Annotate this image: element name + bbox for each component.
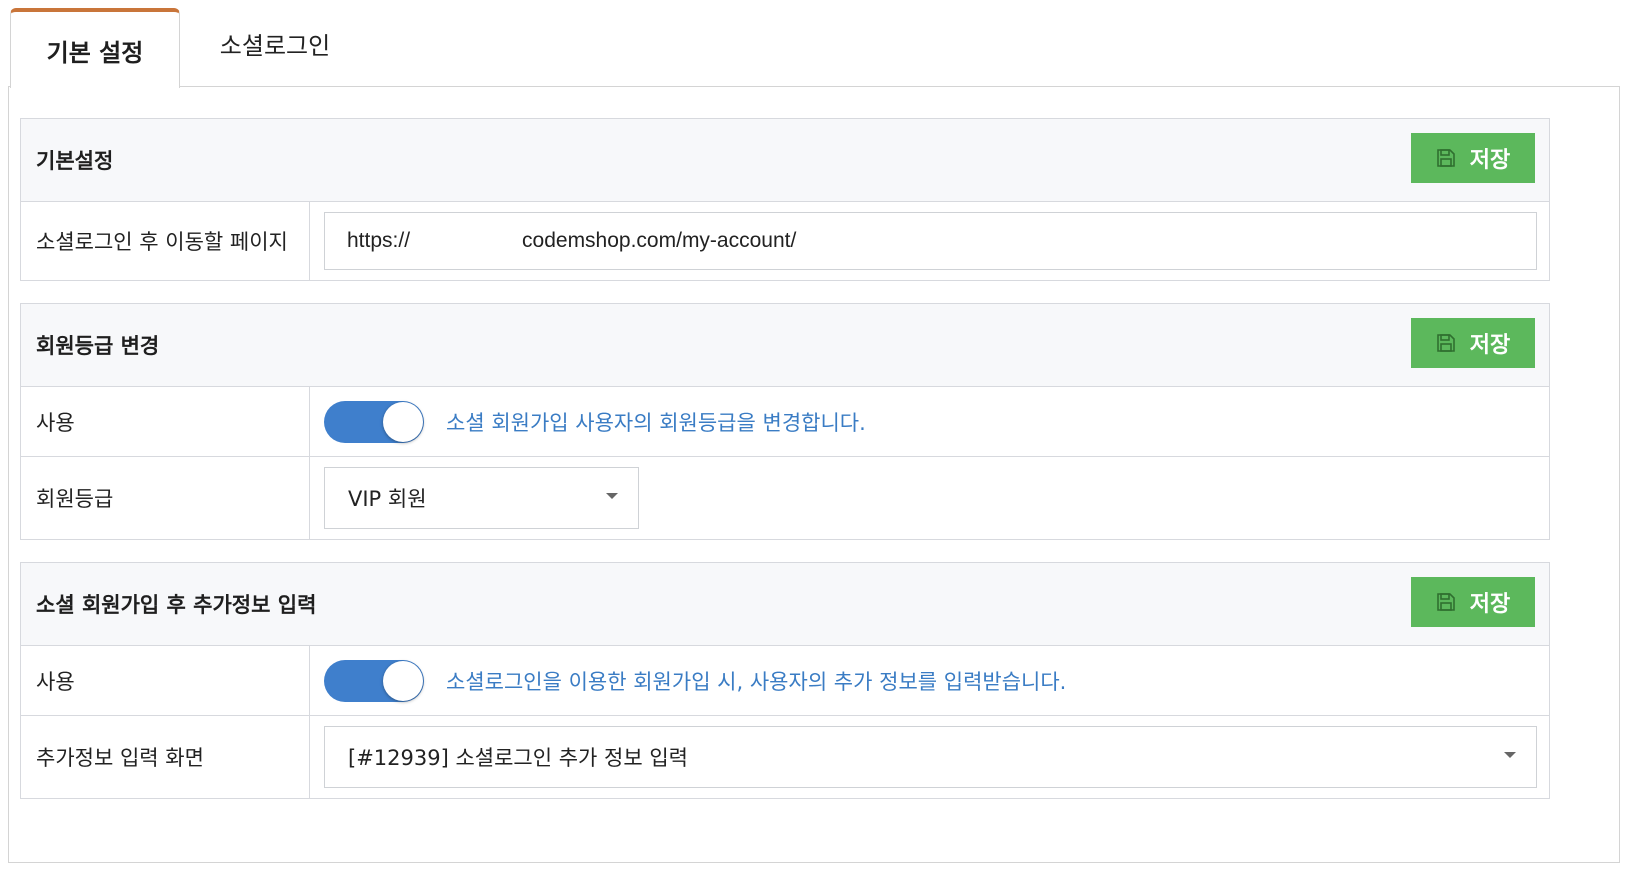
use-row: 사용 소셜로그인을 이용한 회원가입 시, 사용자의 추가 정보를 입력받습니다… [21, 646, 1549, 716]
floppy-disk-icon [1436, 593, 1455, 611]
url-suffix: codemshop.com/my-account/ [522, 229, 797, 252]
redirect-row: 소셜로그인 후 이동할 페이지 https:// codemshop.com/my… [21, 202, 1549, 280]
screen-select[interactable]: [#12939] 소셜로그인 추가 정보 입력 [324, 726, 1537, 788]
use-row: 사용 소셜 회원가입 사용자의 회원등급을 변경합니다. [21, 387, 1549, 457]
save-button[interactable]: 저장 [1411, 133, 1535, 183]
grade-label: 회원등급 [21, 457, 310, 539]
save-button[interactable]: 저장 [1411, 577, 1535, 627]
screen-row: 추가정보 입력 화면 [#12939] 소셜로그인 추가 정보 입력 [21, 716, 1549, 798]
url-prefix: https:// [347, 229, 411, 252]
save-label: 저장 [1469, 591, 1511, 616]
save-label: 저장 [1469, 147, 1511, 172]
use-toggle[interactable] [324, 400, 424, 443]
section-title: 기본설정 [36, 149, 114, 173]
section-basic: 기본설정 저장 소셜로그인 후 이동할 페이지 https:// codemsho… [20, 118, 1550, 281]
section-header: 회원등급 변경 저장 [21, 304, 1549, 387]
caret-down-icon [1504, 752, 1516, 758]
save-button[interactable]: 저장 [1411, 318, 1535, 368]
redirect-label: 소셜로그인 후 이동할 페이지 [21, 202, 310, 280]
use-help-text: 소셜 회원가입 사용자의 회원등급을 변경합니다. [446, 410, 866, 435]
tab-social-login[interactable]: 소셜로그인 [180, 4, 370, 83]
section-header: 기본설정 저장 [21, 119, 1549, 202]
floppy-disk-icon [1436, 334, 1455, 352]
floppy-disk-icon [1436, 149, 1455, 167]
section-title: 소셜 회원가입 후 추가정보 입력 [36, 593, 317, 617]
screen-selected: [#12939] 소셜로그인 추가 정보 입력 [348, 746, 689, 770]
caret-down-icon [606, 493, 618, 499]
tab-bar: 기본 설정 소셜로그인 [10, 8, 1620, 88]
section-title: 회원등급 변경 [36, 334, 160, 358]
use-toggle[interactable] [324, 659, 424, 702]
grade-select[interactable]: VIP 회원 [324, 467, 639, 529]
section-header: 소셜 회원가입 후 추가정보 입력 저장 [21, 563, 1549, 646]
tab-basic-settings[interactable]: 기본 설정 [10, 8, 180, 88]
redirect-url-input[interactable]: https:// codemshop.com/my-account/ [324, 212, 1537, 270]
use-label: 사용 [21, 646, 310, 715]
section-grade-change: 회원등급 변경 저장 사용 소셜 회원가입 사용자의 회원등급을 변경합니다. … [20, 303, 1550, 540]
section-extra-info: 소셜 회원가입 후 추가정보 입력 저장 사용 소셜로그인을 이용한 회원가입 … [20, 562, 1550, 799]
grade-row: 회원등급 VIP 회원 [21, 457, 1549, 539]
use-help-text: 소셜로그인을 이용한 회원가입 시, 사용자의 추가 정보를 입력받습니다. [446, 669, 1067, 694]
screen-label: 추가정보 입력 화면 [21, 716, 310, 798]
toggle-knob [383, 401, 423, 442]
use-label: 사용 [21, 387, 310, 456]
save-label: 저장 [1469, 332, 1511, 357]
toggle-knob [383, 660, 423, 701]
grade-selected: VIP 회원 [348, 487, 427, 511]
